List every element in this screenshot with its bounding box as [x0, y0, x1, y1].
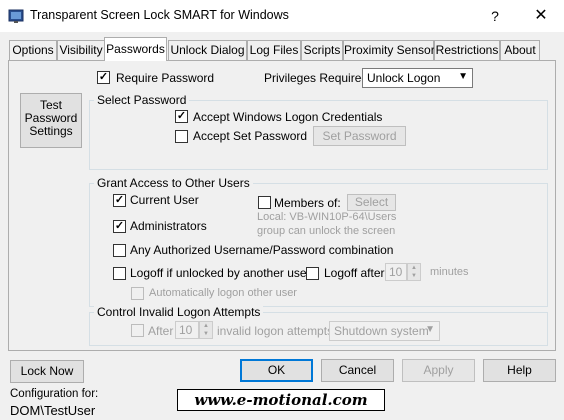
logoff-after-label: Logoff after: [324, 266, 385, 280]
invalid-attempts-suffix: invalid logon attempts: [217, 324, 334, 338]
logoff-minutes-unit: minutes: [430, 266, 469, 278]
tab-about[interactable]: About: [500, 40, 540, 60]
tab-passwords[interactable]: Passwords: [104, 37, 167, 61]
accept-set-password-label: Accept Set Password: [193, 129, 308, 143]
help-title-button[interactable]: ?: [472, 0, 518, 32]
current-user-checkbox[interactable]: ✓: [113, 194, 126, 207]
group-info-line1: Local: VB-WIN10P-64\Users: [257, 211, 397, 223]
help-button[interactable]: Help: [483, 359, 556, 382]
auto-logon-label: Automatically logon other user: [149, 287, 297, 299]
tab-restrictions[interactable]: Restrictions: [434, 40, 500, 60]
test-button-line3: Settings: [29, 124, 73, 138]
close-icon[interactable]: ✕: [518, 0, 564, 32]
require-password-label: Require Password: [116, 71, 215, 85]
logoff-other-checkbox[interactable]: [113, 267, 126, 280]
accept-windows-checkbox[interactable]: ✓: [175, 110, 188, 123]
any-authorized-label: Any Authorized Username/Password combina…: [130, 243, 394, 257]
privileges-value: Unlock Logon: [367, 71, 441, 85]
tab-log-files[interactable]: Log Files: [247, 40, 301, 60]
accept-windows-label: Accept Windows Logon Credentials: [193, 110, 383, 124]
tab-unlock-dialog[interactable]: Unlock Dialog: [168, 40, 247, 60]
invalid-attempts-input[interactable]: 10: [175, 321, 199, 339]
emotional-logo[interactable]: www.e-motional.com: [177, 389, 385, 411]
tab-options[interactable]: Options: [9, 40, 57, 60]
apply-button[interactable]: Apply: [402, 359, 475, 382]
invalid-attempts-spinner[interactable]: ▲ ▼: [199, 321, 213, 339]
current-user-label: Current User: [130, 193, 199, 207]
administrators-checkbox[interactable]: ✓: [113, 220, 126, 233]
grant-access-title: Grant Access to Other Users: [94, 176, 253, 190]
test-password-settings-button[interactable]: Test Password Settings: [20, 93, 82, 148]
window-title: Transparent Screen Lock SMART for Window…: [30, 8, 289, 22]
logoff-minutes-spinner[interactable]: ▲ ▼: [407, 263, 421, 281]
select-password-title: Select Password: [94, 93, 190, 107]
cancel-button[interactable]: Cancel: [321, 359, 394, 382]
tab-scripts[interactable]: Scripts: [301, 40, 343, 60]
invalid-attempts-title: Control Invalid Logon Attempts: [94, 305, 264, 319]
group-info-line2: group can unlock the screen: [257, 225, 396, 237]
passwords-tab-panel: ✓ Require Password Privileges Required U…: [8, 60, 556, 351]
tab-proximity-sensor[interactable]: Proximity Sensor: [343, 40, 435, 60]
auto-logon-checkbox[interactable]: [131, 287, 144, 300]
privileges-label: Privileges Required: [264, 71, 369, 85]
invalid-after-checkbox[interactable]: [131, 324, 144, 337]
privileges-dropdown[interactable]: Unlock Logon ▼: [362, 68, 473, 88]
chevron-down-icon: ▼: [425, 324, 435, 335]
select-group-button[interactable]: Select: [347, 194, 396, 211]
app-lock-icon: [8, 9, 24, 23]
logoff-other-label: Logoff if unlocked by another user: [130, 266, 311, 280]
accept-set-password-checkbox[interactable]: [175, 130, 188, 143]
ok-button[interactable]: OK: [240, 359, 313, 382]
any-authorized-checkbox[interactable]: [113, 244, 126, 257]
lock-now-button[interactable]: Lock Now: [10, 360, 84, 383]
config-for-label: Configuration for:: [10, 388, 99, 400]
invalid-action-dropdown[interactable]: Shutdown system ▼: [329, 321, 440, 341]
logoff-minutes-input[interactable]: 10: [385, 263, 407, 281]
title-bar: Transparent Screen Lock SMART for Window…: [0, 0, 564, 32]
logoff-after-checkbox[interactable]: [306, 267, 319, 280]
invalid-action-value: Shutdown system: [334, 324, 429, 338]
members-of-label: Members of:: [274, 196, 341, 210]
chevron-down-icon: ▼: [458, 71, 468, 82]
tab-visibility[interactable]: Visibility: [57, 40, 105, 60]
require-password-checkbox[interactable]: ✓: [97, 71, 110, 84]
members-of-checkbox[interactable]: [258, 196, 271, 209]
set-password-button[interactable]: Set Password: [313, 126, 406, 146]
config-user: DOM\TestUser: [10, 403, 96, 418]
invalid-after-label: After: [148, 324, 174, 338]
administrators-label: Administrators: [130, 219, 207, 233]
